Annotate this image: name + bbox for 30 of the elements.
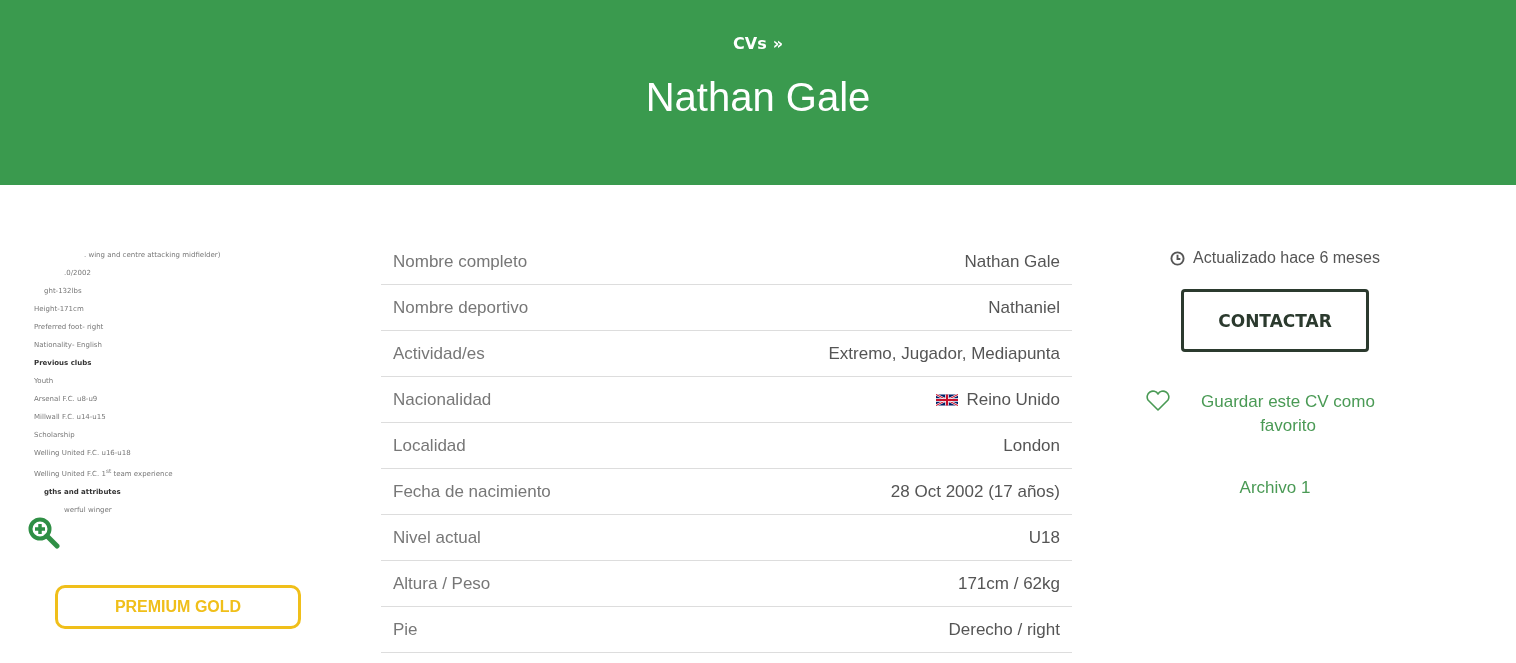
field-value: 171cm / 62kg [957, 573, 1060, 594]
field-value: 28 Oct 2002 (17 años) [890, 481, 1060, 502]
premium-badge: PREMIUM GOLD [55, 585, 301, 629]
clock-icon [1170, 250, 1186, 266]
heart-icon[interactable] [1145, 390, 1171, 412]
field-label: Localidad [393, 435, 466, 456]
zoom-in-icon[interactable] [28, 517, 60, 549]
field-label: Fecha de nacimiento [393, 481, 551, 502]
field-value: Nathan Gale [964, 251, 1060, 272]
field-label: Nacionalidad [393, 389, 492, 410]
field-label: Nivel actual [393, 527, 481, 548]
save-favorite-link[interactable]: Guardar este CV como favorito [1171, 390, 1405, 438]
page-title: Nathan Gale [645, 75, 871, 120]
updated-text: Actualizado hace 6 meses [1193, 249, 1380, 267]
field-label: Actividad/es [393, 343, 485, 364]
field-value: London [1003, 435, 1060, 456]
contact-button[interactable]: CONTACTAR [1181, 289, 1369, 352]
field-value: U18 [1028, 527, 1060, 548]
field-value: Reino Unido [966, 389, 1060, 410]
breadcrumb-separator: » [772, 34, 783, 53]
field-label: Pie [393, 619, 418, 640]
field-label: Altura / Peso [393, 573, 491, 594]
uk-flag-icon [936, 392, 959, 407]
field-value: Nathaniel [988, 297, 1060, 318]
field-label: Nombre completo [393, 251, 528, 272]
breadcrumb-link[interactable]: CVs [733, 34, 767, 53]
field-value: Extremo, Jugador, Mediapunta [828, 343, 1060, 364]
field-value: Derecho / right [948, 619, 1060, 640]
file-link[interactable]: Archivo 1 [1239, 478, 1311, 498]
field-label: Nombre deportivo [393, 297, 529, 318]
